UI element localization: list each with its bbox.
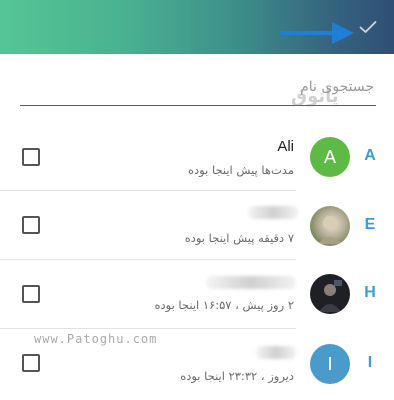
- contact-name: Ali: [277, 138, 294, 155]
- select-checkbox[interactable]: [22, 148, 40, 166]
- last-seen-status: دیروز ، ۲۳:۳۲ اینجا بوده: [180, 369, 294, 383]
- last-seen-status: مدت‌ها پیش اینجا بوده: [188, 163, 294, 177]
- checkmark-icon: [359, 21, 377, 33]
- confirm-button[interactable]: [356, 15, 380, 39]
- contact-row[interactable]: ۲ روز پیش ، ۱۶:۵۷ اینجا بوده H: [0, 260, 394, 329]
- select-checkbox[interactable]: [22, 354, 40, 372]
- index-letter: A: [364, 147, 376, 164]
- last-seen-status: ۲ روز پیش ، ۱۶:۵۷ اینجا بوده: [154, 298, 294, 312]
- select-checkbox[interactable]: [22, 285, 40, 303]
- avatar-photo: [310, 274, 350, 314]
- contact-row[interactable]: ۷ دقیقه پیش اینجا بوده E: [0, 191, 394, 260]
- avatar-initial: A: [323, 146, 336, 167]
- annotation-arrow-icon: [280, 22, 354, 44]
- blurred-contact-name: [206, 276, 296, 289]
- blurred-contact-name: [248, 206, 298, 219]
- index-letter: E: [364, 216, 376, 233]
- avatar: A: [310, 137, 350, 177]
- person-photo-icon: [318, 216, 342, 244]
- person-photo-icon: [319, 280, 342, 312]
- select-checkbox[interactable]: [22, 216, 40, 234]
- avatar: I: [310, 344, 350, 384]
- blurred-contact-name: [256, 346, 296, 359]
- index-letter: H: [364, 284, 376, 301]
- contact-row[interactable]: دیروز ، ۲۳:۳۲ اینجا بوده I I: [0, 329, 394, 398]
- avatar-photo: [310, 206, 350, 246]
- search-field[interactable]: [20, 70, 376, 106]
- contact-row[interactable]: Ali مدت‌ها پیش اینجا بوده A A: [0, 122, 394, 191]
- avatar-initial: I: [327, 353, 333, 374]
- last-seen-status: ۷ دقیقه پیش اینجا بوده: [184, 231, 294, 245]
- search-input[interactable]: [20, 70, 376, 104]
- index-letter: I: [367, 354, 373, 371]
